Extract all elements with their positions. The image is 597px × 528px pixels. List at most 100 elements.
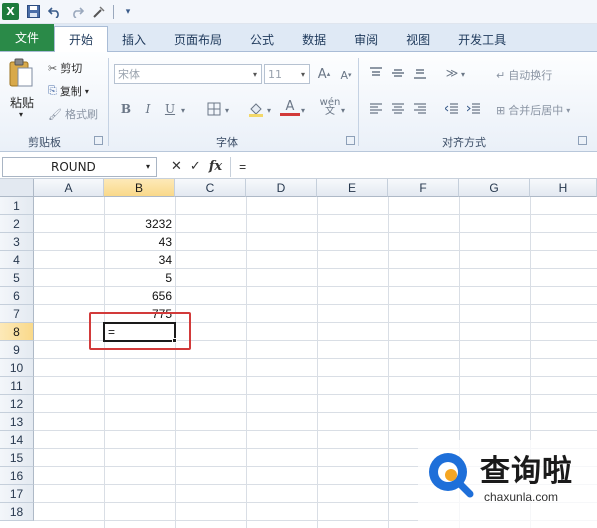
enter-icon[interactable]: ✓ [190, 159, 201, 174]
clipboard-launcher-icon[interactable] [94, 136, 103, 145]
tab-page-layout[interactable]: 页面布局 [160, 27, 236, 51]
underline-button[interactable]: U [160, 100, 180, 118]
tab-formulas[interactable]: 公式 [236, 27, 288, 51]
cell-b2[interactable]: 3232 [104, 215, 175, 233]
font-name-combo[interactable]: 宋体 ▾ [114, 64, 262, 84]
save-icon[interactable] [25, 4, 41, 20]
align-top-icon[interactable] [366, 64, 386, 82]
row-header-3[interactable]: 3 [0, 233, 34, 251]
column-header-a[interactable]: A [34, 179, 104, 197]
column-header-e[interactable]: E [317, 179, 388, 197]
align-center-icon[interactable] [388, 100, 408, 118]
row-header-10[interactable]: 10 [0, 359, 34, 377]
merge-center-button[interactable]: ⊞ 合并后居中 ▾ [496, 102, 570, 118]
cancel-icon[interactable]: ✕ [171, 159, 182, 174]
font-color-icon[interactable]: A [280, 99, 300, 116]
phonetic-dropdown-icon[interactable]: ▾ [338, 101, 348, 119]
row-header-18[interactable]: 18 [0, 503, 34, 521]
row-header-5[interactable]: 5 [0, 269, 34, 287]
tab-developer[interactable]: 开发工具 [444, 27, 520, 51]
align-bottom-icon[interactable] [410, 64, 430, 82]
align-left-icon[interactable] [366, 100, 386, 118]
alignment-group-label: 对齐方式 [442, 136, 486, 149]
wrap-text-icon: ↵ [496, 68, 506, 82]
column-header-g[interactable]: G [459, 179, 530, 197]
row-header-13[interactable]: 13 [0, 413, 34, 431]
separator [108, 58, 109, 146]
row-header-15[interactable]: 15 [0, 449, 34, 467]
fill-color-dropdown-icon[interactable]: ▾ [264, 101, 274, 119]
row-header-9[interactable]: 9 [0, 341, 34, 359]
cut-label: 剪切 [60, 62, 83, 75]
name-box[interactable]: ROUND ▾ [2, 156, 157, 177]
row-header-14[interactable]: 14 [0, 431, 34, 449]
align-right-icon[interactable] [410, 100, 430, 118]
cell-b3[interactable]: 43 [104, 233, 175, 251]
row-header-17[interactable]: 17 [0, 485, 34, 503]
row-header-2[interactable]: 2 [0, 215, 34, 233]
grow-font-icon[interactable]: A ▴ [314, 65, 334, 83]
align-middle-icon[interactable] [388, 64, 408, 82]
row-header-16[interactable]: 16 [0, 467, 34, 485]
select-all-corner[interactable] [0, 179, 34, 197]
tab-file[interactable]: 文件 [0, 24, 54, 51]
row-header-12[interactable]: 12 [0, 395, 34, 413]
borders-icon[interactable] [204, 100, 224, 118]
tab-review[interactable]: 审阅 [340, 27, 392, 51]
scissors-icon: ✂ [48, 61, 58, 75]
gridline [34, 358, 597, 359]
row-header-6[interactable]: 6 [0, 287, 34, 305]
phonetic-icon[interactable]: wén 文 [320, 98, 341, 117]
tab-data[interactable]: 数据 [288, 27, 340, 51]
paste-button[interactable]: 粘贴 [10, 94, 34, 111]
column-header-d[interactable]: D [246, 179, 317, 197]
insert-function-icon[interactable]: fx [209, 159, 222, 174]
cell-b5[interactable]: 5 [104, 269, 175, 287]
cell-b4[interactable]: 34 [104, 251, 175, 269]
font-size-dropdown-icon: ▾ [300, 69, 305, 79]
orientation-dropdown-icon[interactable]: ▾ [458, 65, 468, 83]
row-header-7[interactable]: 7 [0, 305, 34, 323]
font-launcher-icon[interactable] [346, 136, 355, 145]
borders-dropdown-icon[interactable]: ▾ [222, 101, 232, 119]
watermark-title: 查询啦 [480, 454, 573, 489]
alignment-launcher-icon[interactable] [578, 136, 587, 145]
column-header-f[interactable]: F [388, 179, 459, 197]
row-header-4[interactable]: 4 [0, 251, 34, 269]
quick-access-toolbar: X ▾ [0, 0, 597, 24]
row-header-8[interactable]: 8 [0, 323, 34, 341]
qat-dropdown-icon[interactable]: ▾ [120, 4, 136, 20]
column-header-c[interactable]: C [175, 179, 246, 197]
redo-icon[interactable] [69, 4, 85, 20]
row-header-1[interactable]: 1 [0, 197, 34, 215]
customize-icon[interactable] [91, 4, 107, 20]
column-header-h[interactable]: H [530, 179, 597, 197]
row-header-11[interactable]: 11 [0, 377, 34, 395]
watermark-logo-icon [424, 446, 478, 500]
wrap-text-button[interactable]: ↵ 自动换行 [496, 67, 552, 83]
copy-dropdown-icon: ▾ [84, 86, 89, 96]
gridline [388, 197, 389, 528]
bold-button[interactable]: B [116, 100, 136, 118]
underline-dropdown-icon[interactable]: ▾ [178, 101, 188, 119]
cell-b6[interactable]: 656 [104, 287, 175, 305]
format-painter-button[interactable]: 🖌 格式刷 [48, 106, 98, 122]
paste-dropdown-icon[interactable]: ▾ [19, 110, 23, 119]
shrink-font-icon[interactable]: A ▾ [336, 66, 356, 84]
cut-button[interactable]: ✂ 剪切 [48, 60, 82, 76]
paste-icon[interactable] [8, 58, 34, 88]
font-size-combo[interactable]: 11 ▾ [264, 64, 310, 84]
tab-view[interactable]: 视图 [392, 27, 444, 51]
copy-button[interactable]: ⎘ 复制 ▾ [48, 83, 89, 99]
excel-icon: X [2, 3, 19, 20]
formula-input[interactable]: = [230, 156, 597, 177]
italic-button[interactable]: I [138, 100, 158, 118]
tab-home[interactable]: 开始 [54, 26, 109, 52]
column-header-b[interactable]: B [104, 179, 175, 197]
decrease-indent-icon[interactable] [442, 100, 462, 118]
undo-icon[interactable] [47, 4, 63, 20]
increase-indent-icon[interactable] [464, 100, 484, 118]
font-color-dropdown-icon[interactable]: ▾ [298, 101, 308, 119]
fill-color-icon[interactable] [246, 100, 266, 118]
tab-insert[interactable]: 插入 [108, 27, 160, 51]
